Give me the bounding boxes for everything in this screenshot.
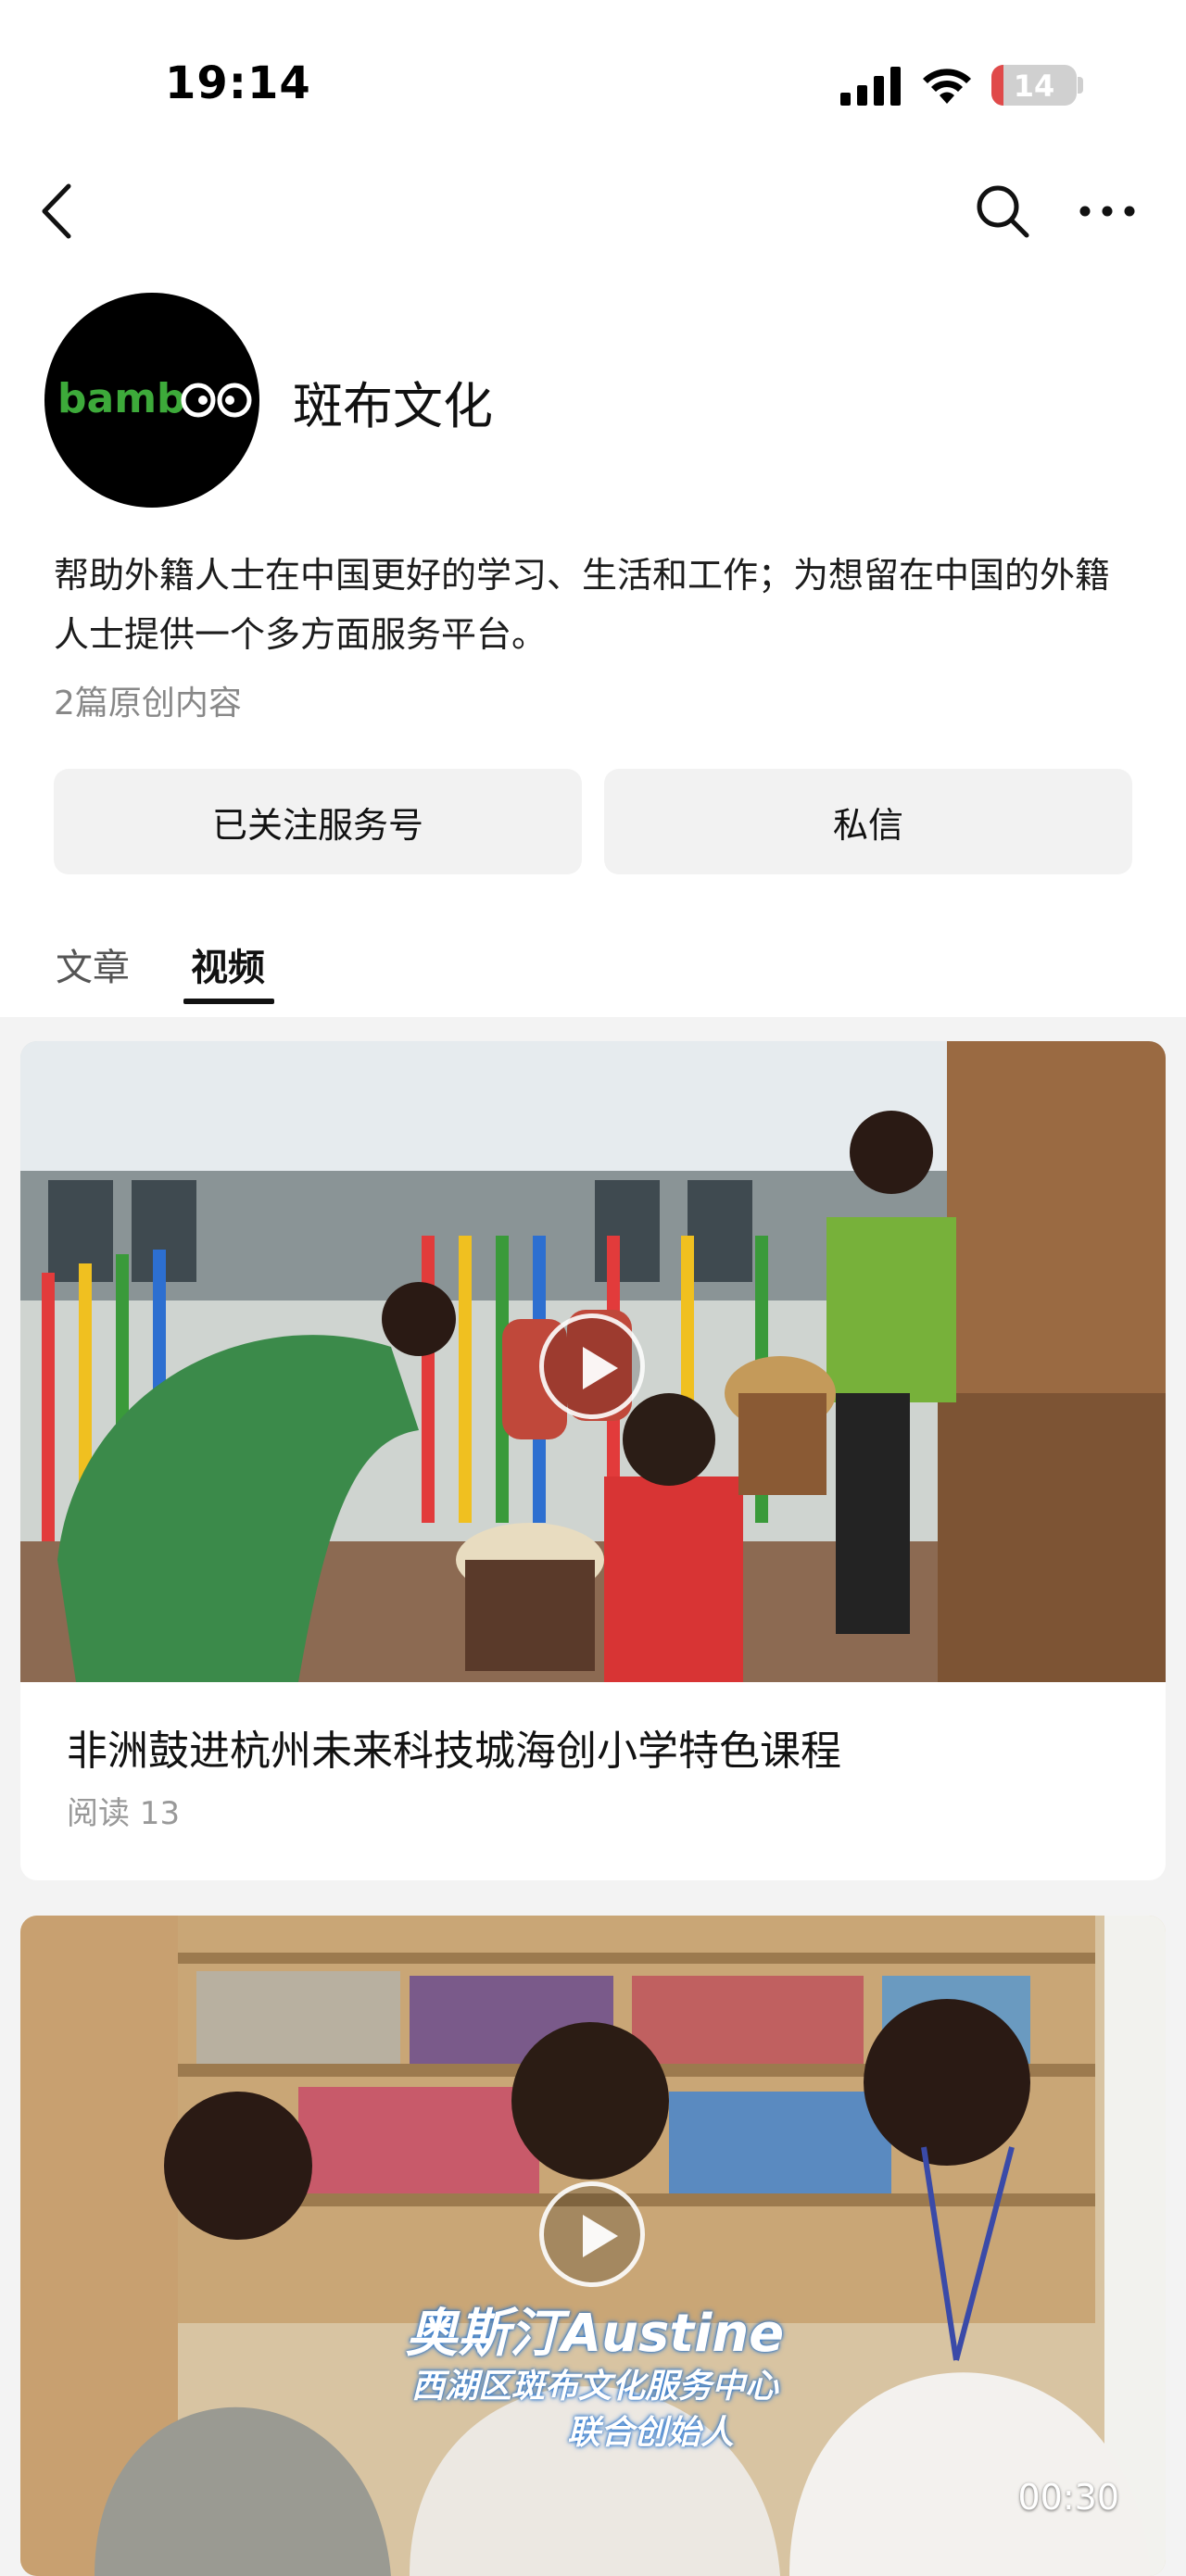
search-icon[interactable] [973,182,1032,241]
play-button[interactable] [539,2181,645,2287]
video-duration: 00:30 [1017,2477,1119,2518]
bamboo-logo: bamb [57,375,252,422]
battery-icon: 14 [991,65,1077,106]
account-name: 斑布文化 [293,377,493,435]
read-count: 阅读 13 [67,1795,181,1832]
chevron-left-icon[interactable] [32,179,83,244]
tab-videos[interactable]: 视频 [191,937,265,991]
battery-tip [1078,77,1083,94]
panda-eyes-icon [181,383,252,418]
video-card[interactable]: 非洲鼓进杭州未来科技城海创小学特色课程 阅读 13 [20,1041,1166,1880]
video-thumbnail[interactable]: 奥斯汀Austine 西湖区斑布文化服务中心 联合创始人 00:30 [20,1916,1166,2576]
caption-name: 奥斯汀Austine [405,2304,785,2364]
active-tab-indicator [183,999,274,1004]
video-caption-overlay: 奥斯汀Austine 西湖区斑布文化服务中心 联合创始人 [317,2305,873,2457]
followed-button[interactable]: 已关注服务号 [54,769,582,874]
video-title[interactable]: 非洲鼓进杭州未来科技城海创小学特色课程 [67,1717,841,1777]
tab-articles[interactable]: 文章 [56,937,130,991]
official-account-profile-page: 19:14 14 bamb 斑布文化 帮助外籍人士在中国更好的学习、生活和工作；… [0,0,1186,2576]
status-time: 19:14 [165,57,311,109]
account-avatar[interactable]: bamb [44,293,259,508]
original-content-count[interactable]: 2篇原创内容 [54,676,242,724]
video-thumbnail[interactable] [20,1041,1166,1682]
caption-role: 联合创始人 [566,2414,734,2452]
svg-text:bamb: bamb [57,375,186,422]
cellular-signal-icon [840,67,901,106]
video-card[interactable]: 奥斯汀Austine 西湖区斑布文化服务中心 联合创始人 00:30 [20,1916,1166,2576]
status-bar: 19:14 14 [0,0,1186,139]
caption-organization: 西湖区斑布文化服务中心 [410,2368,778,2406]
wifi-icon [923,69,971,104]
private-message-button[interactable]: 私信 [604,769,1132,874]
more-horizontal-icon[interactable] [1077,191,1138,232]
battery-percent: 14 [1013,69,1055,104]
account-bio: 帮助外籍人士在中国更好的学习、生活和工作；为想留在中国的外籍人士提供一个多方面服… [54,555,1111,655]
play-button[interactable] [539,1313,645,1419]
